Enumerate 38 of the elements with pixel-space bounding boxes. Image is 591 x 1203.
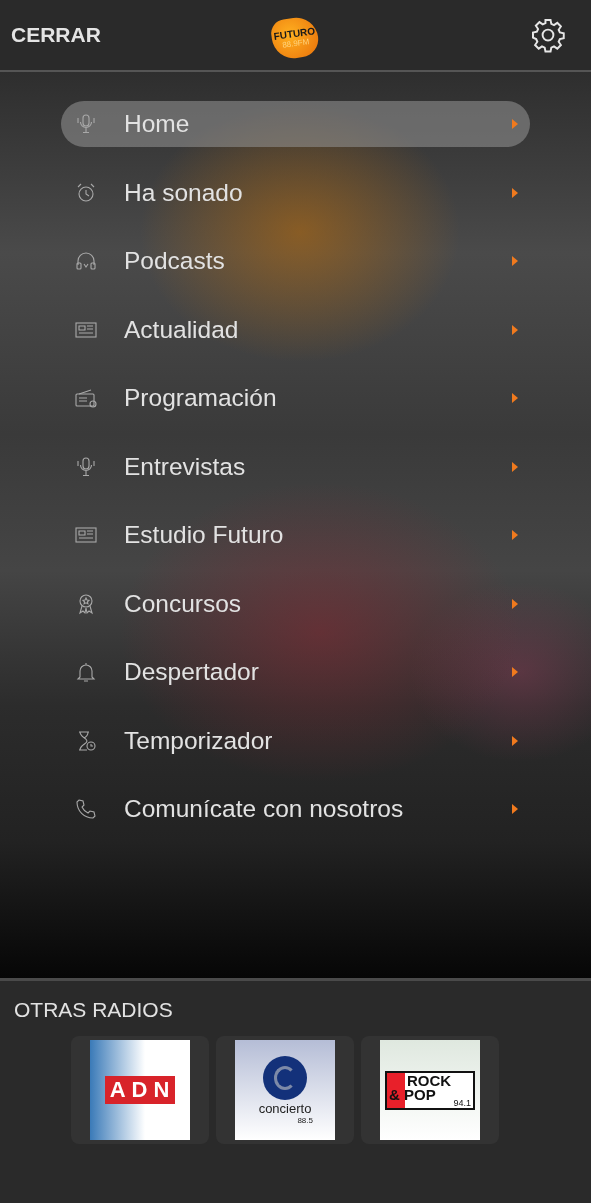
- headphones-icon: [74, 249, 98, 273]
- arrow-icon: [512, 461, 518, 472]
- menu-item[interactable]: Despertador: [61, 649, 530, 695]
- menu-item[interactable]: Actualidad: [61, 306, 530, 353]
- station-logo: ADN: [90, 1040, 190, 1140]
- menu-item[interactable]: Estudio Futuro: [61, 512, 530, 558]
- menu-item[interactable]: Home: [61, 101, 530, 147]
- station-logo: concierto 88.5: [235, 1040, 335, 1140]
- arrow-icon: [512, 119, 518, 129]
- menu-item[interactable]: Entrevistas: [61, 443, 530, 490]
- menu-item[interactable]: Temporizador: [61, 717, 530, 764]
- mic-icon: [74, 454, 98, 479]
- section-title: OTRAS RADIOS: [14, 998, 174, 1022]
- radio-icon: [74, 386, 98, 410]
- close-button[interactable]: CERRAR: [11, 23, 101, 47]
- bell-icon: [74, 660, 98, 684]
- station-logo: ROCK & POP 94.1: [380, 1040, 480, 1140]
- menu-item[interactable]: Podcasts: [61, 238, 530, 284]
- arrow-icon: [512, 804, 518, 814]
- arrow-icon: [512, 530, 518, 540]
- station-card[interactable]: ADN: [71, 1036, 209, 1144]
- settings-icon[interactable]: [530, 17, 566, 53]
- arrow-icon: [512, 187, 518, 198]
- station-logo: FUTURO 88.9FM: [269, 15, 321, 61]
- arrow-icon: [512, 324, 518, 335]
- arrow-icon: [512, 735, 518, 746]
- station-card[interactable]: ROCK & POP 94.1: [361, 1036, 499, 1144]
- menu-item[interactable]: Programación: [61, 375, 530, 421]
- menu-item[interactable]: Concursos: [61, 580, 530, 627]
- mic-icon: [74, 112, 98, 136]
- arrow-icon: [512, 667, 518, 677]
- menu-item[interactable]: Ha sonado: [61, 169, 530, 216]
- arrow-icon: [512, 393, 518, 403]
- phone-icon: [74, 797, 98, 821]
- station-card[interactable]: concierto 88.5: [216, 1036, 354, 1144]
- menu-item[interactable]: Comunícate con nosotros: [61, 786, 530, 832]
- arrow-icon: [512, 598, 518, 609]
- arrow-icon: [512, 256, 518, 266]
